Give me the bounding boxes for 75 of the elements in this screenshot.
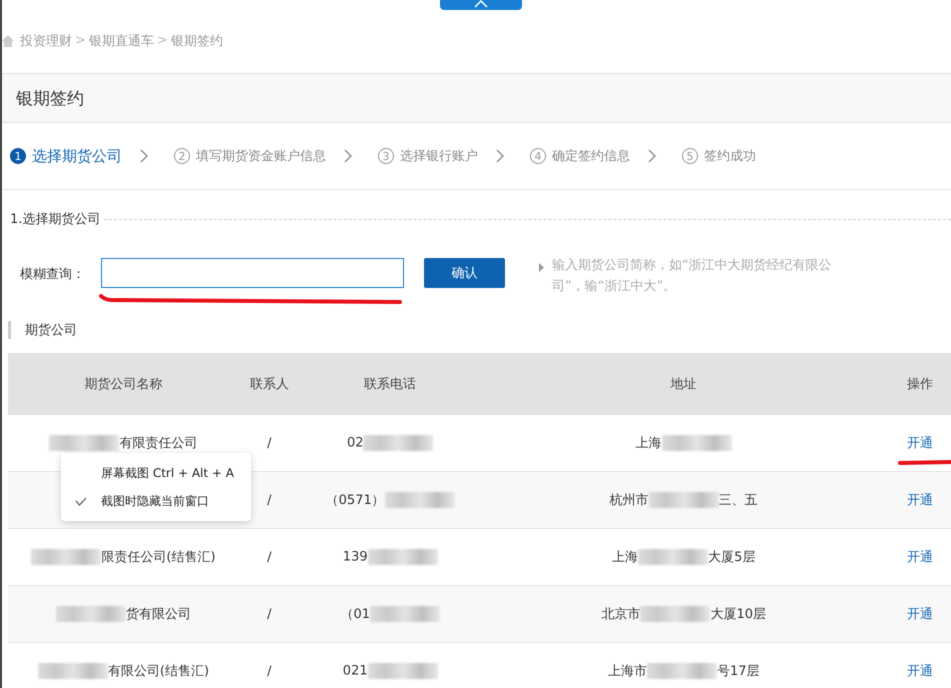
open-link[interactable]: 开通 bbox=[906, 436, 933, 451]
redaction-blur bbox=[368, 549, 438, 565]
chevron-right-icon bbox=[140, 149, 148, 163]
step-tab[interactable]: 3 选择银行账户 bbox=[378, 147, 478, 165]
breadcrumb-separator: > bbox=[156, 33, 168, 48]
column-header: 联系电话 bbox=[300, 353, 481, 415]
menu-item[interactable]: 截图时隐藏当前窗口 bbox=[61, 487, 251, 515]
cell-text: 大厦5层 bbox=[708, 550, 756, 565]
redaction-blur bbox=[646, 663, 717, 680]
cell-text: / bbox=[267, 606, 272, 622]
cell-text: / bbox=[267, 664, 272, 678]
cell-text: 上海 bbox=[636, 436, 662, 451]
open-link[interactable]: 开通 bbox=[906, 664, 933, 679]
redaction-blur bbox=[49, 435, 120, 452]
cell-text: 北京市 bbox=[601, 607, 640, 622]
redaction-blur bbox=[368, 663, 438, 679]
breadcrumb-link[interactable]: 银期直通车 bbox=[88, 32, 154, 50]
cell-text: 139 bbox=[342, 550, 368, 565]
cell-text: 有限责任公司 bbox=[119, 436, 198, 451]
breadcrumb-separator: > bbox=[75, 33, 86, 48]
cell-text: 三、五 bbox=[718, 493, 758, 508]
list-title: 期货公司 bbox=[25, 322, 77, 339]
page-title: 银期签约 bbox=[16, 88, 84, 110]
hint-text: 输入期货公司简称，如“浙江中大期货经纪有限公司”，输“浙江中大”。 bbox=[552, 257, 833, 296]
cell-text: 021 bbox=[342, 664, 368, 679]
redaction-blur bbox=[31, 549, 102, 566]
cell-text: 大厦10层 bbox=[710, 607, 766, 622]
column-header: 操作 bbox=[886, 353, 951, 415]
search-label: 模糊查询： bbox=[20, 266, 86, 283]
column-header: 联系人 bbox=[238, 353, 300, 415]
menu-item[interactable]: 屏幕截图 Ctrl + Alt + A bbox=[61, 459, 251, 487]
redaction-blur bbox=[640, 606, 710, 622]
open-link[interactable]: 开通 bbox=[906, 607, 933, 622]
confirm-button[interactable]: 确认 bbox=[424, 258, 505, 288]
column-header: 地址 bbox=[480, 353, 887, 415]
redaction-blur bbox=[38, 663, 108, 680]
breadcrumb-link[interactable]: 投资理财 bbox=[20, 32, 72, 50]
column-header: 期货公司名称 bbox=[8, 353, 239, 415]
redaction-blur bbox=[370, 606, 440, 622]
triangle-icon bbox=[539, 263, 544, 272]
cell-text: 限责任公司(结售汇) bbox=[101, 550, 216, 565]
cell-text: 货有限公司 bbox=[126, 607, 191, 622]
chevron-right-icon bbox=[496, 149, 504, 163]
cell-text: / bbox=[267, 492, 272, 508]
chevron-right-icon bbox=[648, 149, 656, 163]
cell-text: / bbox=[267, 550, 272, 564]
home-icon bbox=[2, 34, 14, 46]
redaction-blur bbox=[56, 606, 126, 622]
redaction-blur bbox=[638, 549, 708, 566]
cell-text: 号17层 bbox=[716, 664, 760, 679]
collapse-tab[interactable] bbox=[440, 0, 522, 10]
chevron-up-icon bbox=[474, 0, 488, 8]
cell-text: （0571） bbox=[326, 493, 385, 508]
redaction-blur bbox=[384, 492, 455, 508]
cell-text: 02 bbox=[346, 436, 364, 451]
section-title: 1.选择期货公司 bbox=[10, 211, 100, 228]
chevron-right-icon bbox=[344, 149, 352, 163]
redaction-blur bbox=[648, 492, 719, 508]
search-field[interactable] bbox=[101, 258, 404, 288]
cell-text: 有限公司(结售汇) bbox=[108, 664, 210, 679]
open-link[interactable]: 开通 bbox=[906, 493, 933, 508]
step-tab[interactable]: 5 签约成功 bbox=[682, 147, 756, 165]
open-link[interactable]: 开通 bbox=[906, 550, 933, 565]
redaction-blur bbox=[363, 435, 434, 451]
breadcrumb-link[interactable]: 银期签约 bbox=[170, 32, 223, 50]
redaction-blur bbox=[662, 435, 732, 452]
step-tab[interactable]: 4 确定签约信息 bbox=[530, 147, 630, 165]
step-tab[interactable]: 1 选择期货公司 bbox=[10, 146, 122, 166]
cell-text: 杭州市 bbox=[610, 493, 649, 508]
cell-text: / bbox=[267, 436, 272, 450]
cell-text: 上海市 bbox=[608, 664, 647, 679]
cell-text: 上海 bbox=[612, 550, 638, 565]
underline-mark bbox=[897, 459, 951, 467]
step-tab[interactable]: 2 填写期货资金账户信息 bbox=[174, 147, 326, 165]
cell-text: （01 bbox=[340, 607, 370, 622]
